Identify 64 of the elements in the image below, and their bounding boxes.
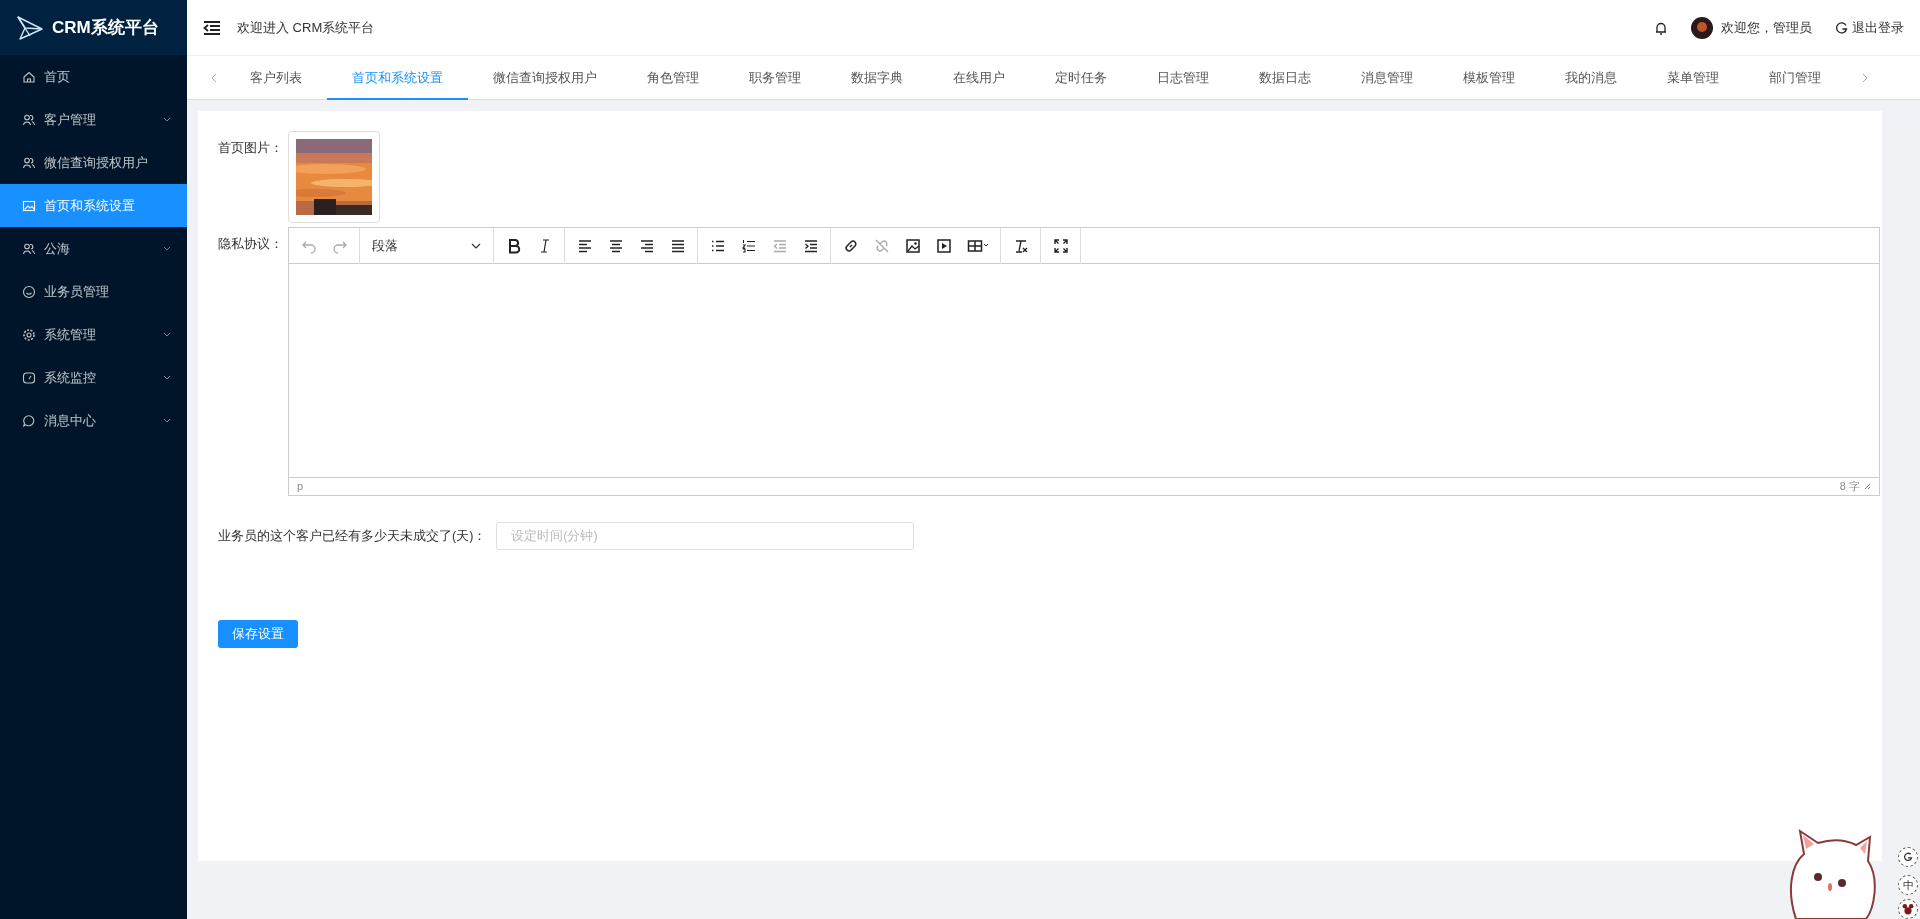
element-path: p <box>297 479 304 495</box>
app-title: CRM系统平台 <box>52 16 159 39</box>
sidebar-item[interactable]: 系统监控 <box>0 356 187 399</box>
bell-icon[interactable] <box>1655 20 1667 35</box>
dashboard-icon <box>22 370 36 385</box>
people-icon <box>22 241 36 256</box>
home-icon <box>22 69 36 84</box>
tab[interactable]: 角色管理 <box>622 55 724 100</box>
link-icon[interactable] <box>842 237 859 254</box>
people-icon <box>22 112 36 127</box>
field-label: 隐私协议： <box>218 236 284 253</box>
word-count: 8 字 <box>1839 479 1860 495</box>
tab[interactable]: 模板管理 <box>1438 55 1540 100</box>
image-icon <box>22 198 36 213</box>
fullscreen-icon[interactable] <box>1052 237 1069 254</box>
menu-fold-icon[interactable] <box>203 19 221 36</box>
sidebar-item[interactable]: 业务员管理 <box>0 270 187 313</box>
smiley-icon <box>22 284 36 299</box>
sidebar-item[interactable]: 微信查询授权用户 <box>0 141 187 184</box>
refresh-icon[interactable] <box>1898 847 1918 867</box>
mouse-icon[interactable] <box>1898 899 1918 919</box>
tab[interactable]: 部门管理 <box>1744 55 1846 100</box>
play-icon[interactable] <box>935 237 952 254</box>
logo-icon <box>16 14 44 41</box>
tab[interactable]: 客户列表 <box>225 55 327 100</box>
header-title: 欢迎进入 CRM系统平台 <box>237 18 376 37</box>
people-icon <box>22 155 36 170</box>
tab[interactable]: 数据字典 <box>826 55 928 100</box>
language-button[interactable]: 中 <box>1898 875 1918 895</box>
align-center-icon[interactable] <box>607 237 624 254</box>
align-left-icon[interactable] <box>576 237 593 254</box>
avatar[interactable] <box>1691 16 1713 39</box>
justify-icon[interactable] <box>669 237 686 254</box>
logout-link[interactable]: 退出登录 <box>1836 17 1904 38</box>
tab[interactable]: 我的消息 <box>1540 55 1642 100</box>
user-greeting: 欢迎您，管理员 <box>1721 18 1812 37</box>
input-field[interactable]: 设定时间(分钟) <box>496 522 915 550</box>
tab[interactable]: 菜单管理 <box>1642 55 1744 100</box>
sidebar-item[interactable]: 系统管理 <box>0 313 187 356</box>
align-right-icon[interactable] <box>638 237 655 254</box>
tab[interactable]: 消息管理 <box>1336 55 1438 100</box>
caret-icon <box>471 242 481 249</box>
sidebar-item[interactable]: 消息中心 <box>0 399 187 442</box>
indent-icon[interactable] <box>802 237 819 254</box>
resize-handle-icon <box>1864 483 1871 490</box>
field-label: 业务员的这个客户已经有多少天未成交了(天)： <box>218 527 487 545</box>
sidebar-item[interactable]: 客户管理 <box>0 98 187 141</box>
image-upload[interactable] <box>288 131 380 223</box>
tab[interactable]: 微信查询授权用户 <box>468 55 622 100</box>
tab[interactable]: 日志管理 <box>1132 55 1234 100</box>
chat-icon <box>22 413 36 428</box>
image-icon[interactable] <box>904 237 921 254</box>
sidebar-item[interactable]: 公海 <box>0 227 187 270</box>
tab[interactable]: 定时任务 <box>1030 55 1132 100</box>
format-dropdown[interactable]: 段落 <box>364 231 489 260</box>
logout-icon <box>1836 21 1848 34</box>
tab[interactable]: 数据日志 <box>1234 55 1336 100</box>
tab[interactable]: 在线用户 <box>928 55 1030 100</box>
tab[interactable]: 职务管理 <box>724 55 826 100</box>
gear-icon <box>22 327 36 342</box>
numbered-list-icon[interactable] <box>740 237 757 254</box>
field-label: 首页图片： <box>218 140 284 157</box>
sidebar-item[interactable]: 首页 <box>0 55 187 98</box>
table-icon[interactable] <box>966 237 989 254</box>
